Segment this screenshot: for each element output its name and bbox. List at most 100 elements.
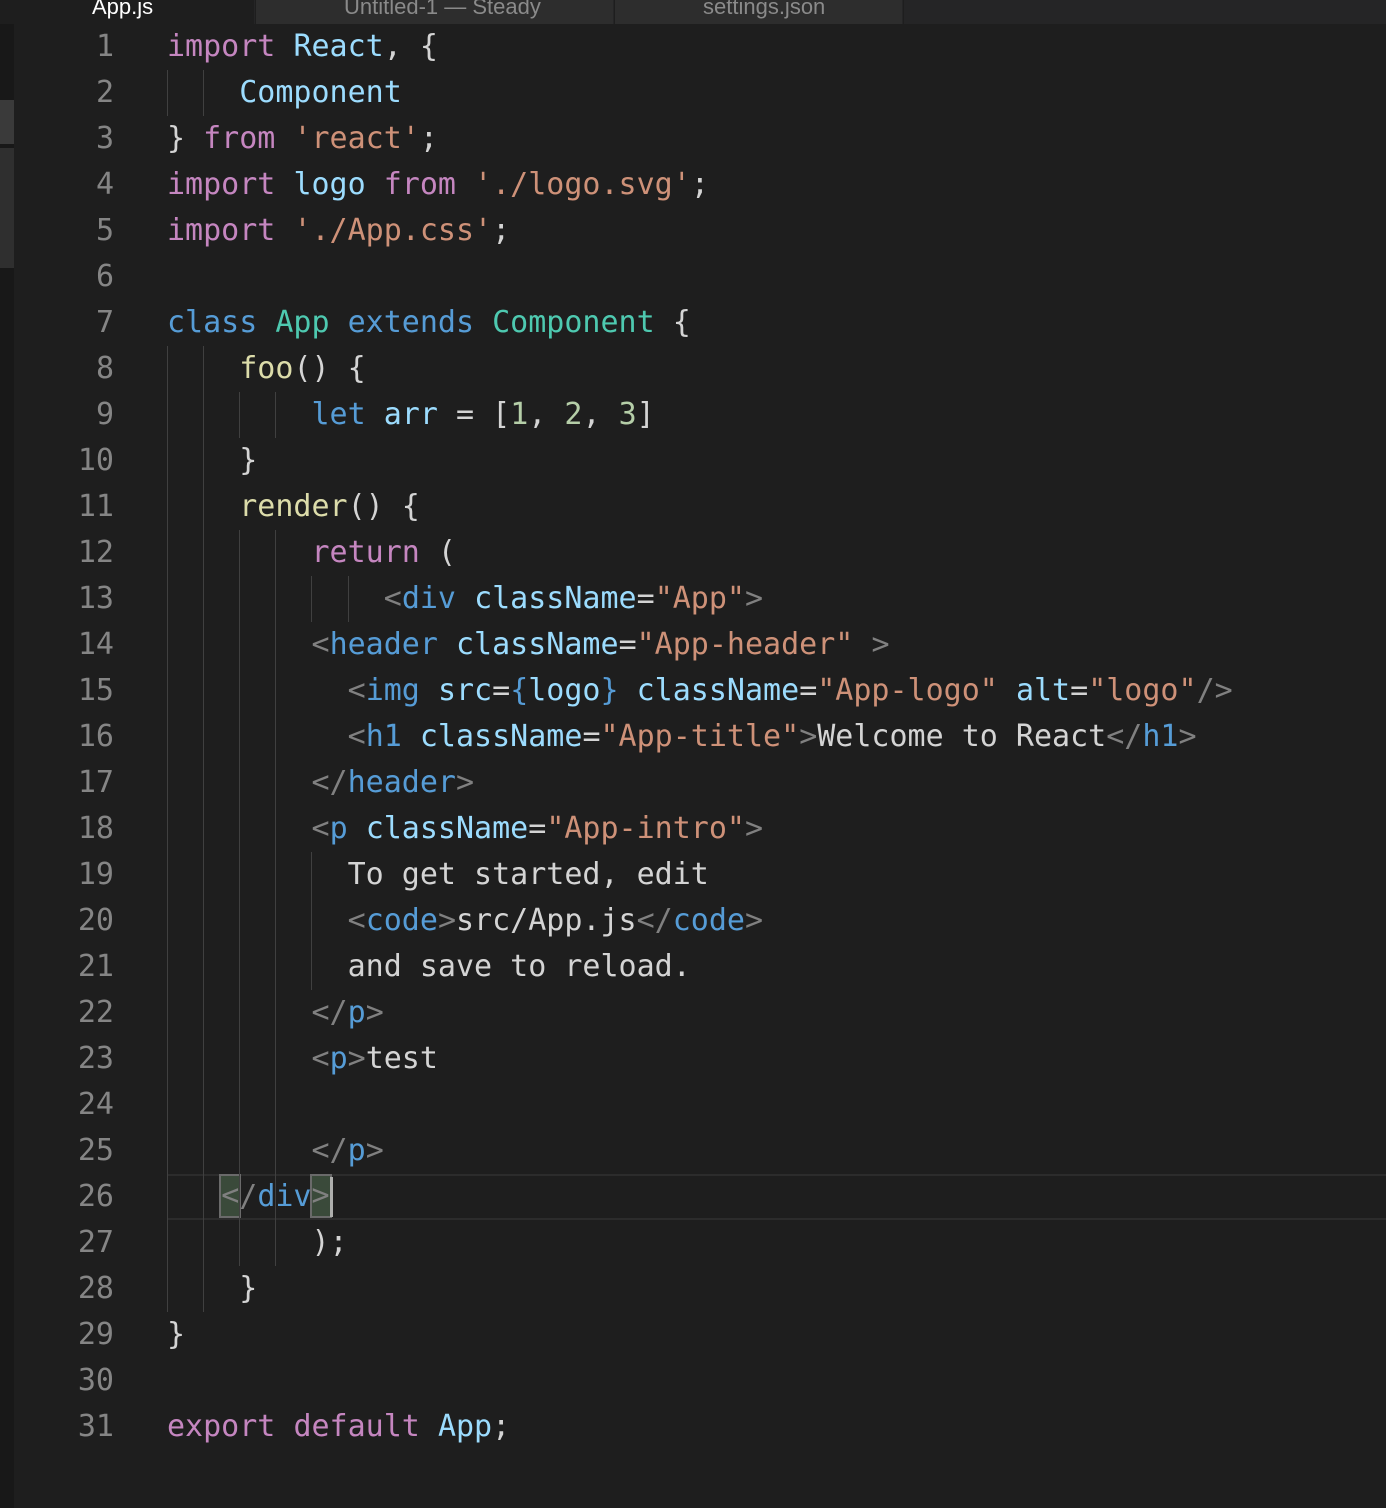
tab-app-js[interactable]: App.js <box>0 0 255 24</box>
jsx-bracket: > <box>745 581 764 616</box>
string-literal: "App-header" <box>636 627 854 662</box>
code-line[interactable]: 25 </p> <box>14 1128 1386 1174</box>
code-line[interactable]: 19 To get started, edit <box>14 852 1386 898</box>
code-line[interactable]: 21 and save to reload. <box>14 944 1386 990</box>
line-number: 14 <box>77 627 114 662</box>
code-line[interactable]: 18 <p className="App-intro"> <box>14 806 1386 852</box>
code-line[interactable]: 7 class App extends Component { <box>14 300 1386 346</box>
keyword: class <box>167 305 258 340</box>
code-text: ; <box>419 121 438 156</box>
code-text: = <box>799 673 818 708</box>
code-content: and save to reload. <box>167 944 691 990</box>
code-text: = <box>528 811 547 846</box>
number-literal: 3 <box>618 397 637 432</box>
keyword: from <box>383 167 456 202</box>
jsx-tag-name: div <box>257 1179 312 1214</box>
line-number: 7 <box>95 305 114 340</box>
code-editor[interactable]: 1 import React, {2 Component 3} from 'reac… <box>14 24 1386 1508</box>
keyword: extends <box>347 305 475 340</box>
scroll-mark <box>0 148 14 268</box>
code-content: <div className="App"> <box>167 576 763 622</box>
jsx-bracket: > <box>456 765 475 800</box>
identifier: React <box>293 29 384 64</box>
code-content: <p>test <box>167 1036 438 1082</box>
line-number: 29 <box>77 1317 114 1352</box>
code-line[interactable]: 17 </header> <box>14 760 1386 806</box>
code-line[interactable]: 16 <h1 className="App-title">Welcome to … <box>14 714 1386 760</box>
jsx-bracket: < <box>347 719 366 754</box>
jsx-bracket: </ <box>311 995 348 1030</box>
code-line[interactable]: 26 </div> <box>14 1174 1386 1220</box>
code-line[interactable]: 5 import './App.css'; <box>14 208 1386 254</box>
jsx-tag-name: { <box>510 673 529 708</box>
code-line[interactable]: 29} <box>14 1312 1386 1358</box>
code-line[interactable]: 11 render() { <box>14 484 1386 530</box>
code-content: render() { <box>167 484 420 530</box>
code-line[interactable]: 1 import React, { <box>14 24 1386 70</box>
jsx-bracket: < <box>347 903 366 938</box>
string-literal: "logo" <box>1088 673 1197 708</box>
text-cursor <box>329 1177 333 1217</box>
line-number: 16 <box>77 719 114 754</box>
jsx-tag-name: img <box>365 673 420 708</box>
jsx-bracket: / <box>239 1179 258 1214</box>
code-content: } <box>167 1266 257 1312</box>
current-line-highlight <box>167 1174 1386 1220</box>
code-line[interactable]: 3} from 'react'; <box>14 116 1386 162</box>
line-number: 23 <box>77 1041 114 1076</box>
code-content: import React, { <box>167 24 438 70</box>
code-text: ] <box>636 397 655 432</box>
number-literal: 2 <box>564 397 583 432</box>
code-line[interactable]: 10 } <box>14 438 1386 484</box>
type-name: Component <box>492 305 655 340</box>
code-content: export default App; <box>167 1404 510 1450</box>
code-line[interactable]: 14 <header className="App-header" > <box>14 622 1386 668</box>
code-line[interactable]: 20 <code>src/App.js</code> <box>14 898 1386 944</box>
jsx-bracket: </ <box>1106 719 1143 754</box>
code-line[interactable]: 6 <box>14 254 1386 300</box>
tab-settings-json[interactable]: settings.json <box>615 0 903 24</box>
jsx-bracket: < <box>311 1041 330 1076</box>
keyword: from <box>203 121 276 156</box>
code-line[interactable]: 27 ); <box>14 1220 1386 1266</box>
code-line[interactable]: 8 foo() { <box>14 346 1386 392</box>
code-line[interactable]: 12 return ( <box>14 530 1386 576</box>
jsx-tag-name: h1 <box>365 719 402 754</box>
code-line[interactable]: 28 } <box>14 1266 1386 1312</box>
type-name: App <box>275 305 330 340</box>
line-number: 17 <box>77 765 114 800</box>
code-text: = <box>1070 673 1089 708</box>
code-line[interactable]: 9 let arr = [1, 2, 3] <box>14 392 1386 438</box>
code-line[interactable]: 24 <box>14 1082 1386 1128</box>
jsx-attribute: className <box>474 581 637 616</box>
code-content: return ( <box>167 530 457 576</box>
code-line[interactable]: 22 </p> <box>14 990 1386 1036</box>
code-text: = <box>582 719 601 754</box>
jsx-tag-name: header <box>347 765 456 800</box>
identifier: logo <box>293 167 366 202</box>
indent-guide <box>275 392 277 438</box>
code-line[interactable]: 2 Component <box>14 70 1386 116</box>
function-name: render <box>239 489 348 524</box>
line-number: 6 <box>95 259 114 294</box>
code-line[interactable]: 31 export default App; <box>14 1404 1386 1450</box>
code-line[interactable]: 4 import logo from './logo.svg'; <box>14 162 1386 208</box>
tab-untitled[interactable]: Untitled-1 — Steady <box>256 0 614 24</box>
code-line[interactable]: 13 <div className="App"> <box>14 576 1386 622</box>
code-line[interactable]: 15 <img src={logo} className="App-logo" … <box>14 668 1386 714</box>
code-text: () { <box>293 351 366 386</box>
code-line[interactable]: 23 <p>test <box>14 1036 1386 1082</box>
code-text: } <box>167 1271 258 1306</box>
code-line[interactable]: 30 <box>14 1358 1386 1404</box>
code-content: ); <box>167 1220 347 1266</box>
indent-guide <box>203 70 205 116</box>
code-text: test <box>365 1041 438 1076</box>
